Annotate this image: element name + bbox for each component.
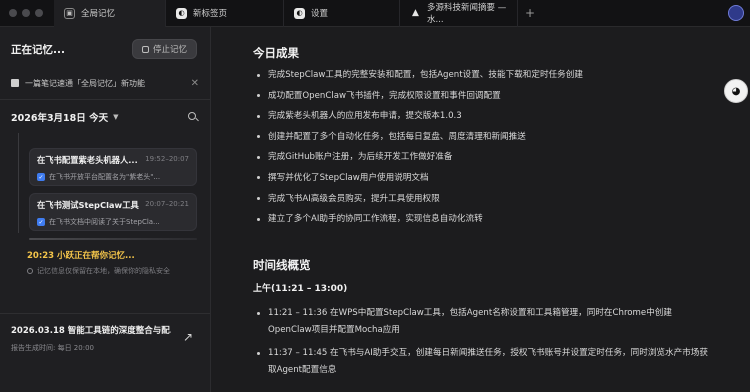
card-time: 20:07–20:21 bbox=[145, 200, 189, 208]
settings-tab-icon: ◐ bbox=[294, 7, 305, 19]
daily-report[interactable]: 2026.03.18 智能工具链的深度整合与配... 报告生成时间: 每日 20… bbox=[11, 324, 199, 353]
divider bbox=[0, 99, 210, 100]
report-title: 2026.03.18 智能工具链的深度整合与配... bbox=[11, 326, 171, 336]
memory-icon: ▣ bbox=[64, 7, 75, 19]
sidebar-header: 正在记忆... 停止记忆 bbox=[11, 39, 199, 59]
timeline-list: 11:21 – 11:36 在WPS中配置StepClaw工具，包括Agent名… bbox=[256, 305, 711, 385]
tab-global-memory[interactable]: ▣ 全局记忆 bbox=[54, 0, 166, 27]
window-zoom-dot[interactable] bbox=[35, 9, 43, 17]
timeline-scrollbar[interactable] bbox=[29, 238, 197, 240]
tab-label: 设置 bbox=[311, 9, 329, 19]
list-item: 建立了多个AI助手的协同工作流程，实现信息自动化流转 bbox=[256, 213, 720, 234]
list-item: 完成飞书AI高级会员购买，提升工具使用权限 bbox=[256, 193, 720, 214]
tab-label: 全局记忆 bbox=[81, 9, 116, 19]
card-title: 在飞书配置紫老头机器人... bbox=[37, 155, 138, 165]
memory-card[interactable]: 在飞书测试StepClaw工具 20:07–20:21 ✓ 在飞书文档中阅读了关… bbox=[29, 193, 197, 231]
list-item: 创建并配置了多个自动化任务，包括每日复盘、周度清理和新闻推送 bbox=[256, 131, 720, 152]
browser-tab-icon: ◐ bbox=[176, 7, 187, 19]
divider bbox=[0, 313, 210, 314]
list-item: 完成GitHub账户注册，为后续开发工作做好准备 bbox=[256, 151, 720, 172]
feishu-icon: ✓ bbox=[37, 218, 45, 226]
memory-card[interactable]: 在飞书配置紫老头机器人... 19:52–20:07 ✓ 在飞书开放平台配置名为… bbox=[29, 148, 197, 186]
tab-settings[interactable]: ◐ 设置 bbox=[284, 0, 400, 27]
chevron-down-icon: ▼ bbox=[113, 113, 119, 121]
main-content: 今日成果 完成StepClaw工具的完整安装和配置，包括Agent设置、技能下载… bbox=[212, 27, 750, 392]
list-item: 成功配置OpenClaw飞书插件，完成权限设置和事件回调配置 bbox=[256, 90, 720, 111]
window-controls bbox=[0, 9, 54, 17]
card-summary-text: 在飞书开放平台配置名为"紫老头"... bbox=[49, 173, 161, 181]
tab-label: 多源科技新闻摘要 — 水... bbox=[427, 3, 507, 25]
new-tab-button[interactable]: + bbox=[518, 6, 542, 20]
tab-new-tab[interactable]: ◐ 新标签页 bbox=[166, 0, 284, 27]
stop-memory-button[interactable]: 停止记忆 bbox=[131, 39, 197, 59]
triangle-logo-icon: ▲ bbox=[412, 8, 419, 18]
card-time: 19:52–20:07 bbox=[145, 155, 189, 163]
user-avatar[interactable] bbox=[728, 5, 744, 21]
assistant-avatar[interactable]: ◕ bbox=[724, 79, 748, 103]
timeline-item: 11:37 – 11:45 在飞书与AI助手交互，创建每日新闻推送任务，授权飞书… bbox=[256, 345, 711, 379]
tab-bar: ▣ 全局记忆 ◐ 新标签页 ◐ 设置 ▲ 多源科技新闻摘要 — 水... + bbox=[0, 0, 750, 27]
tab-news-summary[interactable]: ▲ 多源科技新闻摘要 — 水... bbox=[400, 0, 518, 27]
list-item: 完成紫老头机器人的应用发布申请，提交版本1.0.3 bbox=[256, 110, 720, 131]
note-icon bbox=[11, 79, 19, 87]
lock-icon bbox=[27, 268, 33, 274]
feishu-icon: ✓ bbox=[37, 173, 45, 181]
morning-label: 上午(11:21 – 13:00) bbox=[253, 284, 348, 294]
window-close-dot[interactable] bbox=[9, 9, 17, 17]
list-item: 完成StepClaw工具的完整安装和配置，包括Agent设置、技能下载和定时任务… bbox=[256, 69, 720, 90]
card-title: 在飞书测试StepClaw工具 bbox=[37, 200, 139, 210]
date-selector[interactable]: 2026年3月18日 今天 ▼ bbox=[11, 110, 199, 124]
close-icon[interactable]: ✕ bbox=[191, 78, 199, 89]
privacy-note-text: 记忆信息仅保留在本地，确保你的隐私安全 bbox=[37, 267, 170, 275]
live-memory-status: 20:23 小跃正在帮你记忆... 记忆信息仅保留在本地，确保你的隐私安全 bbox=[27, 249, 199, 276]
stop-icon bbox=[141, 45, 149, 53]
feature-notice[interactable]: 一篇笔记速通「全局记忆」新功能 ✕ bbox=[11, 76, 199, 90]
stop-memory-label: 停止记忆 bbox=[152, 45, 187, 55]
today-heading: 今日成果 bbox=[253, 46, 299, 60]
card-summary-text: 在飞书文档中阅读了关于StepCla... bbox=[49, 218, 160, 226]
timeline-heading: 时间线概览 bbox=[253, 258, 311, 272]
tab-label: 新标签页 bbox=[193, 9, 228, 19]
notice-text: 一篇笔记速通「全局记忆」新功能 bbox=[25, 78, 145, 88]
date-label: 2026年3月18日 今天 bbox=[11, 113, 109, 124]
list-item: 撰写并优化了StepClaw用户使用说明文档 bbox=[256, 172, 720, 193]
privacy-note: 记忆信息仅保留在本地，确保你的隐私安全 bbox=[27, 266, 199, 276]
report-schedule: 报告生成时间: 每日 20:00 bbox=[11, 344, 94, 352]
window-minimize-dot[interactable] bbox=[22, 9, 30, 17]
timeline-line bbox=[18, 133, 19, 233]
sidebar: 正在记忆... 停止记忆 一篇笔记速通「全局记忆」新功能 ✕ 2026年3月18… bbox=[0, 27, 211, 392]
card-summary: ✓ 在飞书文档中阅读了关于StepCla... bbox=[37, 217, 189, 227]
search-icon[interactable] bbox=[187, 111, 199, 123]
open-report-arrow-icon[interactable]: ↗ bbox=[183, 330, 193, 344]
today-list: 完成StepClaw工具的完整安装和配置，包括Agent设置、技能下载和定时任务… bbox=[256, 69, 720, 234]
timeline-item: 11:21 – 11:36 在WPS中配置StepClaw工具，包括Agent名… bbox=[256, 305, 711, 339]
card-summary: ✓ 在飞书开放平台配置名为"紫老头"... bbox=[37, 172, 189, 182]
live-status-title: 20:23 小跃正在帮你记忆... bbox=[27, 251, 135, 261]
